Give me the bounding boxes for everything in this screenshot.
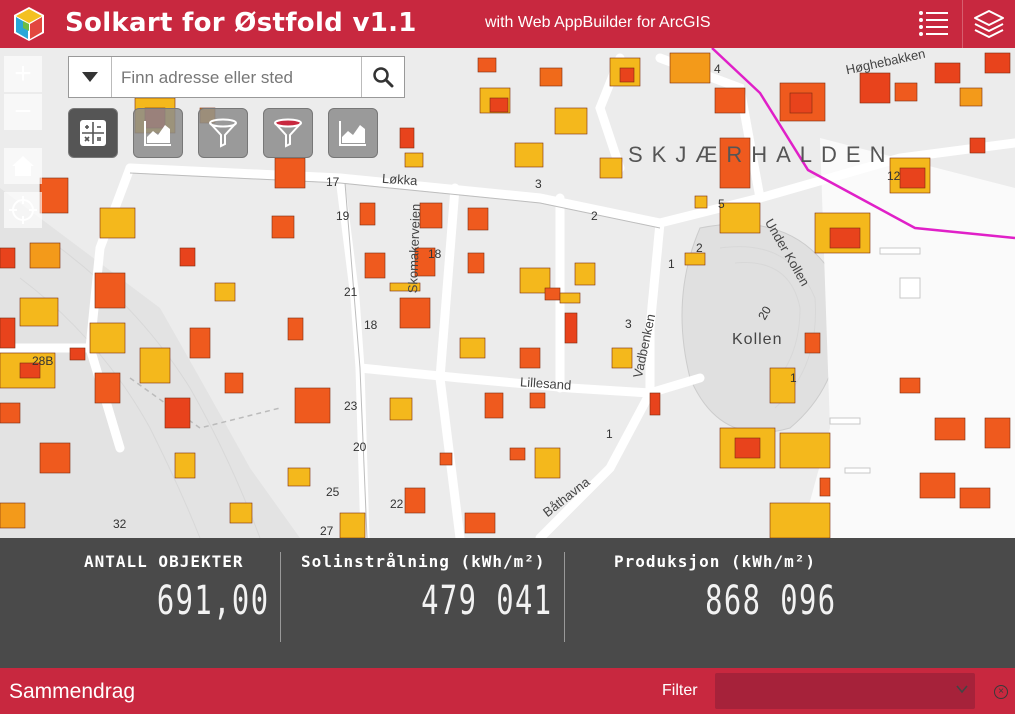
search-icon: [373, 67, 394, 88]
house-number: 21: [344, 285, 358, 299]
search-widget: [68, 56, 405, 98]
zoom-out-button[interactable]: −: [4, 94, 42, 130]
count-value: 691,00: [156, 578, 269, 624]
house-number: 1: [790, 371, 797, 385]
map-label-skjaerhalden: SKJÆRHALDEN: [628, 142, 895, 167]
house-number: 22: [390, 497, 404, 511]
area-chart-icon: [339, 121, 366, 146]
funnel-active-icon: [274, 118, 302, 148]
house-number: 32: [113, 517, 127, 531]
locate-button[interactable]: [4, 192, 42, 228]
home-icon: [12, 156, 34, 176]
layers-button[interactable]: [962, 0, 1015, 48]
house-number: 27: [320, 524, 334, 538]
app-subtitle: with Web AppBuilder for ArcGIS: [485, 14, 711, 31]
house-number: 4: [714, 62, 721, 76]
house-number: 23: [344, 399, 358, 413]
radiation-value: 479 041: [421, 578, 553, 624]
house-number: 28B: [32, 354, 54, 368]
area-chart-icon: [144, 121, 171, 146]
caret-down-icon: [82, 72, 98, 82]
production-value: 868 096: [705, 578, 837, 624]
legend-list-button[interactable]: [908, 0, 960, 48]
filter-set-widget-button[interactable]: [263, 108, 313, 158]
calculator-icon: [80, 120, 106, 146]
count-label: ANTALL OBJEKTER: [84, 552, 244, 571]
funnel-icon: [209, 118, 237, 148]
zoom-in-button[interactable]: +: [4, 56, 42, 92]
house-number: 18: [364, 318, 378, 332]
chart-widget-button[interactable]: [133, 108, 183, 158]
house-number: 17: [326, 175, 340, 189]
filter-widget-button[interactable]: [198, 108, 248, 158]
app-logo-icon: [14, 7, 44, 41]
plus-icon: +: [14, 57, 32, 90]
house-number: 1: [606, 427, 613, 441]
list-icon: [919, 11, 948, 36]
summary-stats-panel: ANTALL OBJEKTER 691,00 Solinstrålning (k…: [0, 538, 1015, 668]
map-label-lokka: Løkka: [381, 170, 418, 189]
house-number: 2: [591, 209, 598, 223]
stats-divider: [280, 552, 281, 642]
house-number: 25: [326, 485, 340, 499]
house-number: 18: [428, 247, 442, 261]
chevron-down-icon: [956, 685, 968, 694]
app-title: Solkart for Østfold v1.1: [65, 8, 417, 38]
map-label-kollen: Kollen: [732, 331, 783, 348]
house-number: 3: [625, 317, 632, 331]
house-number: 19: [336, 209, 350, 223]
house-number: 20: [353, 440, 367, 454]
map-label-skomakerveien: Skomakerveien: [405, 203, 424, 294]
layers-icon: [974, 10, 1004, 38]
home-button[interactable]: [4, 148, 42, 184]
search-source-dropdown[interactable]: [69, 57, 112, 97]
house-number: 5: [718, 197, 725, 211]
house-number: 1: [668, 257, 675, 271]
production-label: Produksjon (kWh/m²): [614, 552, 817, 571]
minus-icon: −: [14, 95, 32, 128]
search-button[interactable]: [361, 57, 404, 97]
summary-widget-button[interactable]: [68, 108, 118, 158]
locate-icon: [9, 196, 37, 224]
chart2-widget-button[interactable]: [328, 108, 378, 158]
close-icon[interactable]: ×: [994, 685, 1008, 699]
filter-select[interactable]: [715, 673, 975, 709]
radiation-label: Solinstrålning (kWh/m²): [301, 552, 546, 571]
summary-title: Sammendrag: [9, 680, 136, 703]
stats-divider: [564, 552, 565, 642]
house-number: 3: [535, 177, 542, 191]
house-number: 12: [887, 169, 901, 183]
search-input[interactable]: [119, 65, 363, 91]
app-header: Solkart for Østfold v1.1 with Web AppBui…: [0, 0, 1015, 48]
summary-footer: Sammendrag Filter ×: [0, 668, 1015, 714]
filter-label: Filter: [662, 682, 698, 699]
house-number: 2: [696, 241, 703, 255]
